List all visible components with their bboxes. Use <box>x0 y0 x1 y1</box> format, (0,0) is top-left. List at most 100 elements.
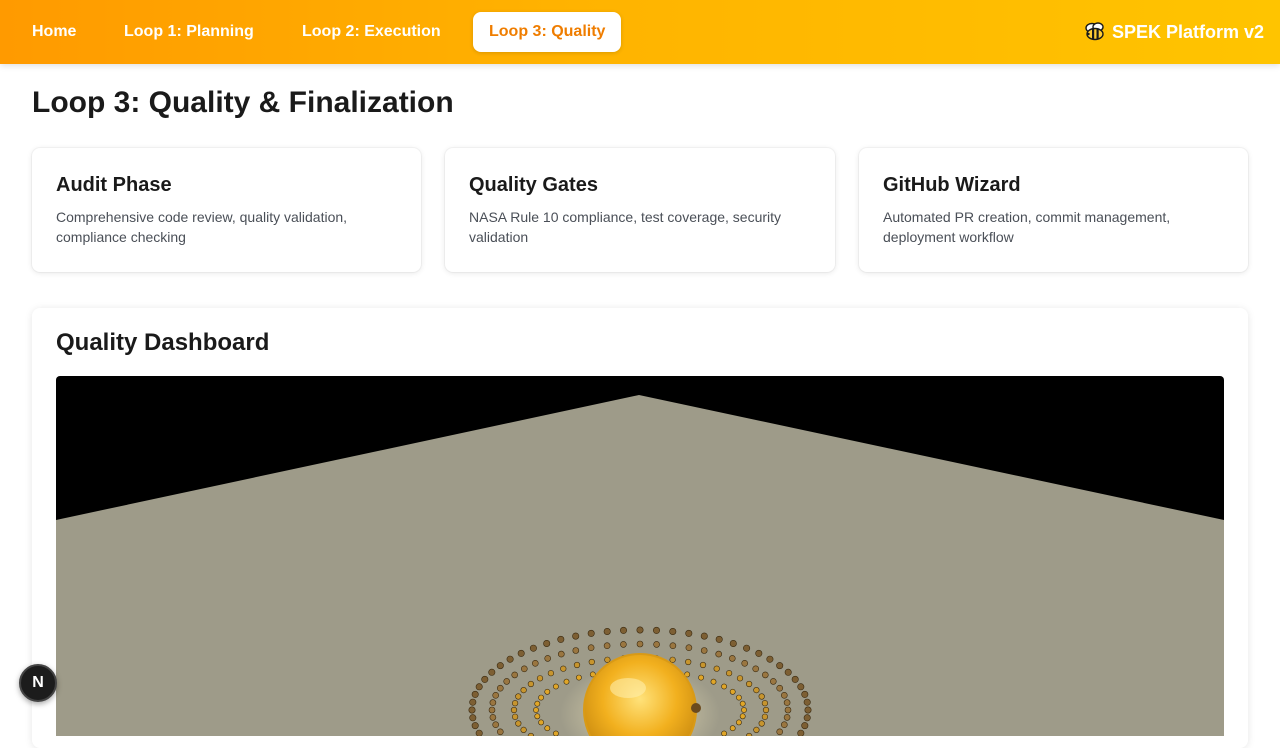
orbit-ring-dot <box>619 626 627 634</box>
orbit-ring-dot <box>685 629 693 637</box>
orbit-ring-dot <box>603 628 611 636</box>
orbit-ring-dot <box>739 700 746 707</box>
orbit-ring-dot <box>557 650 565 658</box>
orbit-ring-dot <box>534 700 541 707</box>
brand-name: SPEK Platform v2 <box>1111 21 1264 42</box>
orbit-ring-dot <box>736 719 742 726</box>
orbit-ring-dot <box>503 678 511 685</box>
dashboard-title: Quality Dashboard <box>56 329 270 356</box>
audit-phase-card: Audit Phase Comprehensive code review, q… <box>32 148 421 272</box>
orbit-ring-dot <box>527 680 535 688</box>
orbit-ring-dot <box>699 661 707 669</box>
quality-dashboard-panel: Quality Dashboard <box>32 308 1248 748</box>
orbit-ring-dot <box>512 713 519 720</box>
orbit-ring-dot <box>729 725 736 732</box>
orbit-ring-dot <box>685 644 693 652</box>
brand-logo[interactable]: SPEK Platform v2 <box>1084 20 1264 44</box>
orbit-ring-dot <box>489 699 497 706</box>
orbit-ring-dot <box>669 642 677 650</box>
orbit-ring-dot <box>791 675 799 683</box>
orbit-node <box>691 703 701 713</box>
bee-icon <box>1084 22 1106 42</box>
dashboard-3d-viewport[interactable] <box>56 376 1224 736</box>
nav-home-link[interactable]: Home <box>16 12 92 52</box>
orbit-ring-dot <box>475 729 483 736</box>
orbit-ring-dot <box>743 644 751 652</box>
orbit-ring-dot <box>557 635 565 643</box>
orbit-ring-dot <box>780 721 788 729</box>
orbit-ring-dot <box>636 640 644 648</box>
orbit-ring-dot <box>803 698 811 706</box>
orbit-ring-dot <box>700 632 708 640</box>
orbit-ring-dot <box>755 649 763 657</box>
orbit-ring-dot <box>741 659 749 667</box>
orbit-ring-dot <box>784 668 792 676</box>
orbit-ring-dot <box>766 655 774 663</box>
orbit-ring-dot <box>698 674 704 681</box>
orbit-ring-dot <box>736 694 742 701</box>
orbit-ring-dot <box>512 700 519 707</box>
orbit-ring-dot <box>572 647 580 654</box>
orbit-ring-dot <box>715 635 723 643</box>
orbit-ring-dot <box>475 683 483 691</box>
orbit-ring-dot <box>728 655 736 662</box>
orbit-ring-dot <box>721 730 727 736</box>
card-description: NASA Rule 10 compliance, test coverage, … <box>469 209 782 245</box>
3d-scene[interactable] <box>56 376 1224 736</box>
orbit-ring-dot <box>753 687 760 694</box>
orbit-ring-dot <box>529 644 537 652</box>
orbit-ring-dot <box>543 639 551 647</box>
core-highlight <box>610 678 646 698</box>
orbit-ring-dot <box>761 671 769 679</box>
orbit-ring-dot <box>488 706 496 714</box>
orbit-ring-dot <box>736 675 744 682</box>
nav-loop2-execution-link[interactable]: Loop 2: Execution <box>286 12 457 52</box>
orbit-ring-dot <box>761 700 769 707</box>
orbit-ring-dot <box>488 668 496 676</box>
orbit-ring-dot <box>776 662 784 670</box>
card-title: Audit Phase <box>56 174 172 196</box>
orbit-ring-dot <box>515 693 522 700</box>
github-wizard-card: GitHub Wizard Automated PR creation, com… <box>859 148 1248 272</box>
orbit-ring-dot <box>587 644 595 652</box>
orbit-ring-dot <box>471 722 479 730</box>
orbit-ring-dot <box>762 706 770 714</box>
card-description: Comprehensive code review, quality valid… <box>56 209 348 245</box>
orbit-ring-dot <box>713 665 720 672</box>
orbit-ring-dot <box>604 656 611 663</box>
page-title: Loop 3: Quality & Finalization <box>32 86 454 119</box>
orbit-ring-dot <box>776 728 784 736</box>
orbit-ring-dot <box>588 658 595 666</box>
orbit-ring-dot <box>506 655 514 663</box>
nav-loop1-planning-link[interactable]: Loop 1: Planning <box>108 12 270 52</box>
orbit-ring-dot <box>520 726 527 734</box>
orbit-ring-dot <box>725 670 733 677</box>
orbit-ring-dot <box>741 707 747 713</box>
orbit-ring-dot <box>669 656 676 663</box>
top-navigation-bar: Home Loop 1: Planning Loop 2: Execution … <box>0 0 1280 64</box>
orbit-ring-dot <box>520 687 527 694</box>
orbit-ring-dot <box>685 658 692 666</box>
orbit-ring-dot <box>510 706 518 714</box>
orbit-ring-dot <box>776 684 784 692</box>
orbit-ring-dot <box>527 732 534 736</box>
quality-gates-card: Quality Gates NASA Rule 10 compliance, t… <box>445 148 835 272</box>
orbit-ring-dot <box>710 678 717 685</box>
orbit-ring-dot <box>587 629 595 637</box>
orbit-ring-dot <box>783 699 791 706</box>
orbit-ring-dot <box>481 675 489 683</box>
card-title: GitHub Wizard <box>883 174 1021 196</box>
orbit-ring-dot <box>531 659 539 667</box>
orbit-ring-dot <box>471 690 479 698</box>
orbit-ring-dot <box>576 674 582 681</box>
orbit-ring-dot <box>636 626 644 634</box>
n-logo-icon[interactable]: N <box>19 664 57 702</box>
orbit-ring-dot <box>538 694 544 701</box>
orbit-ring-dot <box>536 675 544 682</box>
orbit-ring-dot <box>468 706 476 714</box>
orbit-ring-dot <box>469 714 477 722</box>
orbit-ring-dot <box>780 691 788 699</box>
nav-loop3-quality-link[interactable]: Loop 3: Quality <box>473 12 621 52</box>
orbit-ring-dot <box>700 647 708 654</box>
orbit-ring-dot <box>721 683 727 690</box>
